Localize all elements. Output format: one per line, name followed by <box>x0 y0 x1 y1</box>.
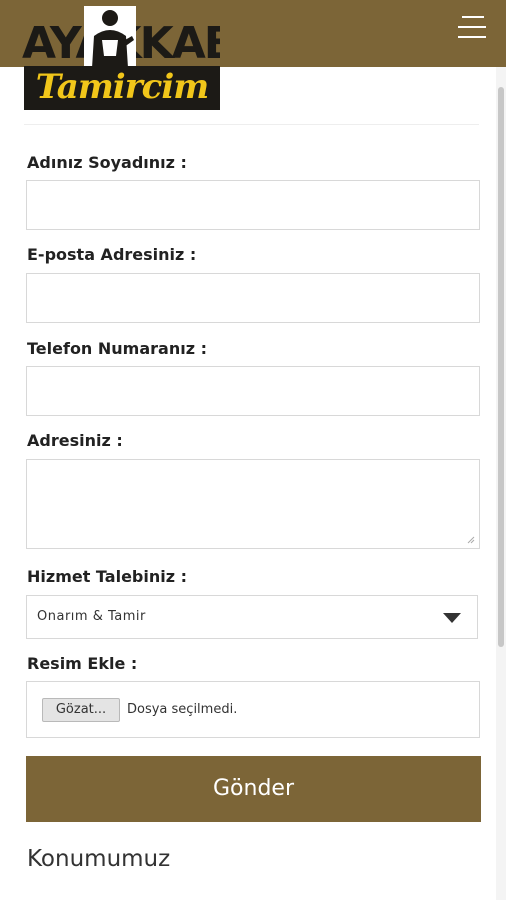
service-selected-value: Onarım & Tamir <box>37 609 146 624</box>
submit-button[interactable]: Gönder <box>26 756 481 822</box>
name-label: Adınız Soyadınız : <box>27 153 187 172</box>
page-scrollbar[interactable] <box>496 67 506 900</box>
chevron-down-icon <box>443 613 461 623</box>
service-select[interactable]: Onarım & Tamir <box>26 595 478 639</box>
address-label: Adresiniz : <box>27 431 123 450</box>
menu-line <box>458 36 486 38</box>
menu-line <box>458 26 486 28</box>
site-logo[interactable]: AYAKKABI Tamircim <box>22 6 220 110</box>
name-input[interactable] <box>26 180 480 230</box>
phone-input[interactable] <box>26 366 480 416</box>
header-divider <box>24 124 479 125</box>
service-label: Hizmet Talebiniz : <box>27 567 188 586</box>
logo-bottom-text: Tamircim <box>24 66 220 110</box>
phone-label: Telefon Numaranız : <box>27 339 207 358</box>
image-label: Resim Ekle : <box>27 654 138 673</box>
email-input[interactable] <box>26 273 480 323</box>
browse-button[interactable]: Gözat... <box>42 698 120 722</box>
menu-line <box>462 16 484 18</box>
scrollbar-thumb[interactable] <box>498 87 504 647</box>
file-status-text: Dosya seçilmedi. <box>127 702 238 717</box>
image-file-input[interactable]: Gözat... Dosya seçilmedi. <box>26 681 480 738</box>
location-heading: Konumumuz <box>27 846 171 872</box>
email-label: E-posta Adresiniz : <box>27 245 197 264</box>
address-textarea[interactable] <box>26 459 480 549</box>
hamburger-menu-icon[interactable] <box>458 16 488 42</box>
cobbler-figure-icon <box>84 6 136 68</box>
resize-grip-icon[interactable] <box>465 534 475 544</box>
